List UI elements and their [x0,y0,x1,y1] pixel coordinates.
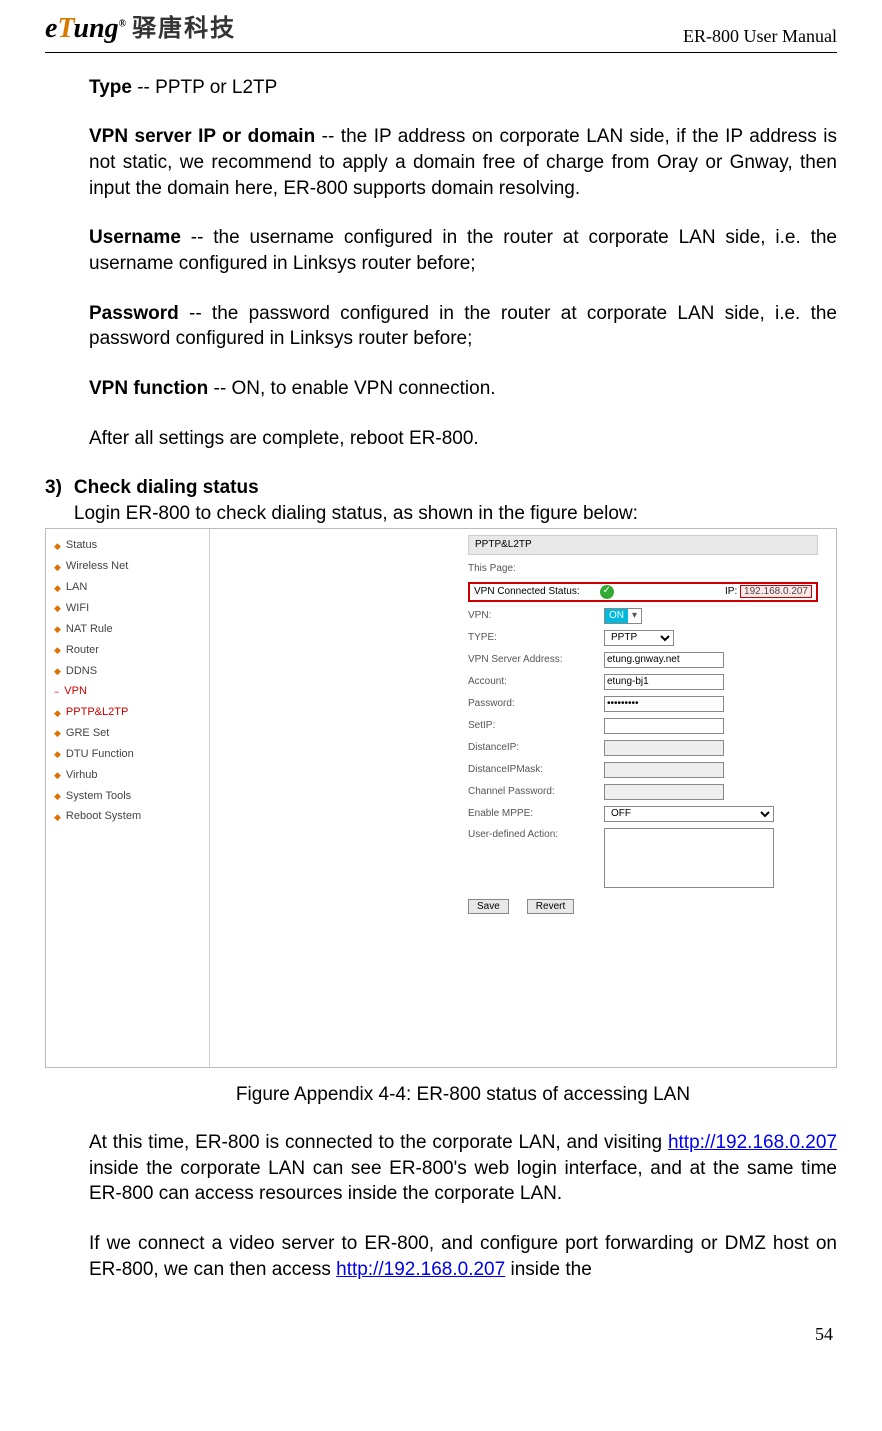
account-label: Account: [468,675,596,689]
ip-value: 192.168.0.207 [740,585,812,598]
logo-text: eTung® [45,10,126,48]
setip-label: SetIP: [468,719,596,733]
bullet-icon: ◆ [54,727,61,739]
mppe-label: Enable MPPE: [468,807,596,821]
panel-title: PPTP&L2TP [468,535,818,555]
chanpw-label: Channel Password: [468,785,596,799]
distip-input[interactable] [604,740,724,756]
bullet-icon: ◆ [54,623,61,635]
embedded-screenshot: ◆Status ◆Wireless Net ◆LAN ◆WIFI ◆NAT Ru… [45,528,837,1068]
sidebar: ◆Status ◆Wireless Net ◆LAN ◆WIFI ◆NAT Ru… [46,529,210,1067]
logo: eTung® 驿唐科技 [45,10,236,48]
vpn-label: VPN: [468,609,596,623]
sidebar-item-wireless[interactable]: ◆Wireless Net [54,556,201,577]
bullet-icon: ◆ [54,602,61,614]
bullet-icon: ◆ [54,769,61,781]
after-fig-para-2: If we connect a video server to ER-800, … [89,1231,837,1282]
sidebar-item-virhub[interactable]: ◆Virhub [54,765,201,786]
bullet-icon: ◆ [54,707,61,719]
userdef-label: User-defined Action: [468,828,596,842]
step3-intro: Login ER-800 to check dialing status, as… [74,501,837,527]
vpnfn-para: VPN function -- ON, to enable VPN connec… [89,376,837,402]
step3-number: 3) [45,475,62,526]
page-header: eTung® 驿唐科技 ER-800 User Manual [45,0,837,53]
bullet-icon: ◆ [54,665,61,677]
save-button[interactable]: Save [468,899,509,914]
distmask-label: DistanceIPMask: [468,763,596,777]
type-text: -- PPTP or L2TP [132,77,277,98]
after-settings: After all settings are complete, reboot … [89,426,837,452]
username-text: -- the username configured in the router… [89,227,837,274]
distmask-input[interactable] [604,762,724,778]
vpn-ip-para: VPN server IP or domain -- the IP addres… [89,124,837,201]
type-para: Type -- PPTP or L2TP [89,75,837,101]
username-para: Username -- the username configured in t… [89,225,837,276]
figure-caption: Figure Appendix 4-4: ER-800 status of ac… [89,1082,837,1108]
userdef-textarea[interactable] [604,828,774,888]
vpn-status-row: VPN Connected Status: IP: 192.168.0.207 [468,582,818,602]
link-2[interactable]: http://192.168.0.207 [336,1259,505,1280]
server-label: VPN Server Address: [468,653,596,667]
sidebar-item-systools[interactable]: ◆System Tools [54,786,201,807]
chevron-down-icon: ▾ [628,609,641,623]
sidebar-item-wifi[interactable]: ◆WIFI [54,598,201,619]
sidebar-item-dtu[interactable]: ◆DTU Function [54,744,201,765]
ip-label: IP: [725,586,737,597]
bullet-icon: ◆ [54,561,61,573]
sidebar-item-vpn[interactable]: −VPN [54,681,201,702]
account-input[interactable] [604,674,724,690]
sidebar-sub-pptp[interactable]: ◆PPTP&L2TP [54,702,201,723]
vpnfn-text: -- ON, to enable VPN connection. [208,378,495,399]
check-icon [600,585,614,599]
mppe-select[interactable]: OFF [604,806,774,822]
sidebar-item-lan[interactable]: ◆LAN [54,577,201,598]
sidebar-item-nat[interactable]: ◆NAT Rule [54,619,201,640]
vpnfn-label: VPN function [89,378,208,399]
sidebar-item-reboot[interactable]: ◆Reboot System [54,806,201,827]
chanpw-input[interactable] [604,784,724,800]
password-text: -- the password configured in the router… [89,303,837,350]
this-page-label: This Page: [468,562,596,576]
password-label: Password [89,303,179,324]
bullet-icon: ◆ [54,790,61,802]
bullet-icon: ◆ [54,644,61,656]
username-label: Username [89,227,181,248]
type-label: TYPE: [468,631,596,645]
link-1[interactable]: http://192.168.0.207 [668,1132,837,1153]
vpn-select[interactable]: ON▾ [604,608,642,624]
after-fig-para-1: At this time, ER-800 is connected to the… [89,1130,837,1207]
step3-title: Check dialing status [74,475,837,501]
bullet-icon: ◆ [54,582,61,594]
form-panel: PPTP&L2TP This Page: VPN Connected Statu… [210,529,836,1067]
password-para: Password -- the password configured in t… [89,301,837,352]
revert-button[interactable]: Revert [527,899,574,914]
setip-input[interactable] [604,718,724,734]
logo-cn: 驿唐科技 [132,13,236,45]
type-label: Type [89,77,132,98]
password-label: Password: [468,697,596,711]
bullet-icon: ◆ [54,540,61,552]
bullet-icon: ◆ [54,748,61,760]
minus-icon: − [54,686,59,698]
manual-title: ER-800 User Manual [683,24,837,48]
server-input[interactable] [604,652,724,668]
status-label: VPN Connected Status: [474,585,580,599]
page-number: 54 [45,1322,837,1346]
password-input[interactable] [604,696,724,712]
sidebar-item-status[interactable]: ◆Status [54,535,201,556]
type-select[interactable]: PPTP [604,630,674,646]
distip-label: DistanceIP: [468,741,596,755]
vpn-ip-label: VPN server IP or domain [89,126,315,147]
sidebar-item-router[interactable]: ◆Router [54,640,201,661]
bullet-icon: ◆ [54,811,61,823]
sidebar-sub-gre[interactable]: ◆GRE Set [54,723,201,744]
sidebar-item-ddns[interactable]: ◆DDNS [54,661,201,682]
